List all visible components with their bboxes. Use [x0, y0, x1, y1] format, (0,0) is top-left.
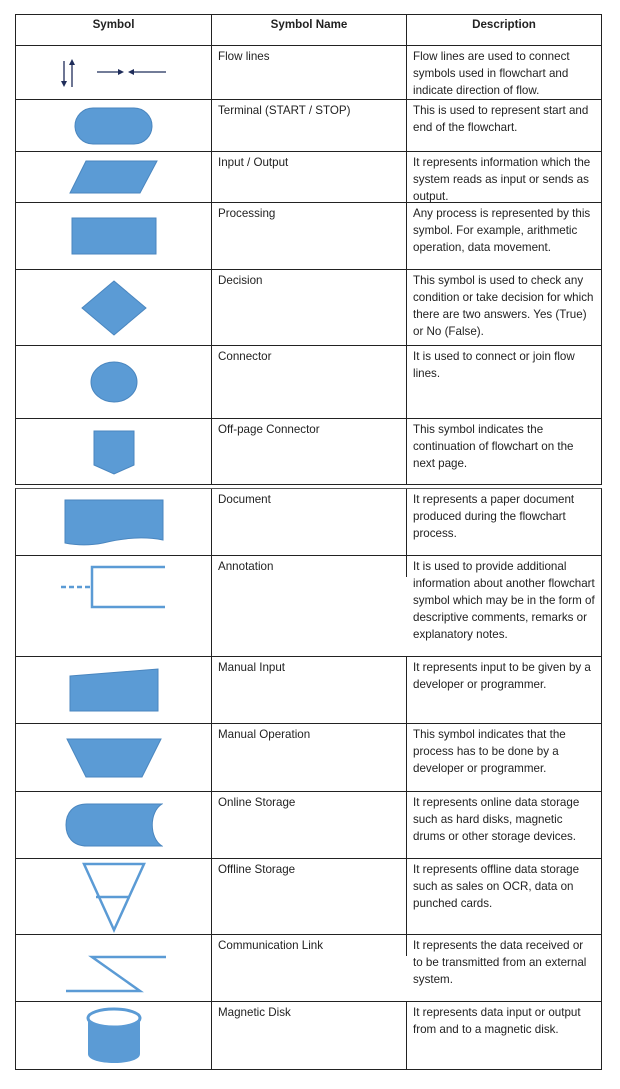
decision-icon: [80, 279, 147, 336]
symbol-description: It is used to provide additional informa…: [413, 560, 595, 641]
table-row: Processing Any process is represented by…: [15, 203, 602, 270]
manual-operation-icon: [65, 738, 162, 777]
symbol-description: Flow lines are used to connect symbols u…: [413, 50, 570, 97]
symbol-name: Document: [212, 489, 407, 555]
processing-icon: [71, 217, 156, 255]
symbol-name: Manual Input: [212, 657, 407, 723]
document-icon: [64, 499, 163, 546]
table-header-row: Symbol Symbol Name Description: [15, 14, 602, 46]
flowchart-symbols-table: Symbol Symbol Name Description Flow line…: [15, 14, 602, 1070]
header-symbol: Symbol: [16, 15, 212, 45]
connector-icon: [90, 361, 137, 403]
flow-lines-icon: [60, 58, 166, 87]
symbol-description: Any process is represented by this symbo…: [413, 207, 591, 254]
symbol-description: It is used to connect or join flow lines…: [413, 350, 575, 380]
symbol-name: Off-page Connector: [212, 419, 407, 484]
symbol-name: Magnetic Disk: [212, 1002, 407, 1069]
symbol-description: It represents offline data storage such …: [413, 863, 580, 910]
symbol-description: This symbol indicates that the process h…: [413, 728, 566, 775]
symbol-description: This symbol indicates the continuation o…: [413, 423, 574, 470]
table-row: Annotation It is used to provide additio…: [15, 556, 602, 657]
symbol-description: This is used to represent start and end …: [413, 104, 589, 134]
symbol-name: Communication Link: [212, 935, 407, 956]
symbol-name: Processing: [212, 203, 407, 269]
symbol-name: Flow lines: [212, 46, 407, 99]
symbol-description: It represents input to be given by a dev…: [413, 661, 591, 691]
communication-link-icon: [65, 955, 166, 993]
symbol-name: Connector: [212, 346, 407, 418]
table-row: Decision This symbol is used to check an…: [15, 270, 602, 346]
table-row: Terminal (START / STOP) This is used to …: [15, 100, 602, 152]
table-row: Connector It is used to connect or join …: [15, 346, 602, 419]
magnetic-disk-icon: [86, 1007, 141, 1063]
header-symbol-name: Symbol Name: [212, 15, 407, 45]
symbol-name: Online Storage: [212, 792, 407, 858]
table-row: Off-page Connector This symbol indicates…: [15, 419, 602, 485]
terminal-icon: [74, 107, 152, 144]
table-row: Flow lines Flow lines are used to connec…: [15, 46, 602, 100]
symbol-description: It represents a paper document produced …: [413, 493, 575, 540]
symbol-name: Annotation: [212, 556, 407, 577]
manual-input-icon: [69, 668, 158, 712]
symbol-name: Manual Operation: [212, 724, 407, 791]
input-output-icon: [68, 160, 158, 194]
symbol-description: This symbol is used to check any conditi…: [413, 274, 594, 338]
symbol-description: It represents data input or output from …: [413, 1006, 581, 1036]
annotation-icon: [60, 565, 165, 609]
table-row: Communication Link It represents the dat…: [15, 935, 602, 1002]
symbol-name: Offline Storage: [212, 859, 407, 934]
table-row: Magnetic Disk It represents data input o…: [15, 1002, 602, 1070]
table-row: Document It represents a paper document …: [15, 488, 602, 556]
symbol-description: It represents online data storage such a…: [413, 796, 580, 843]
table-row: Online Storage It represents online data…: [15, 792, 602, 859]
table-row: Input / Output It represents information…: [15, 152, 602, 203]
symbol-description: It represents information which the syst…: [413, 156, 591, 203]
symbol-description: It represents the data received or to be…: [413, 939, 587, 986]
table-row: Offline Storage It represents offline da…: [15, 859, 602, 935]
table-row: Manual Operation This symbol indicates t…: [15, 724, 602, 792]
header-description: Description: [472, 18, 536, 31]
symbol-name: Terminal (START / STOP): [212, 100, 407, 151]
off-page-connector-icon: [93, 430, 134, 475]
symbol-name: Decision: [212, 270, 407, 345]
symbol-name: Input / Output: [212, 152, 407, 202]
table-row: Manual Input It represents input to be g…: [15, 657, 602, 724]
online-storage-icon: [64, 803, 163, 847]
offline-storage-icon: [81, 862, 146, 933]
